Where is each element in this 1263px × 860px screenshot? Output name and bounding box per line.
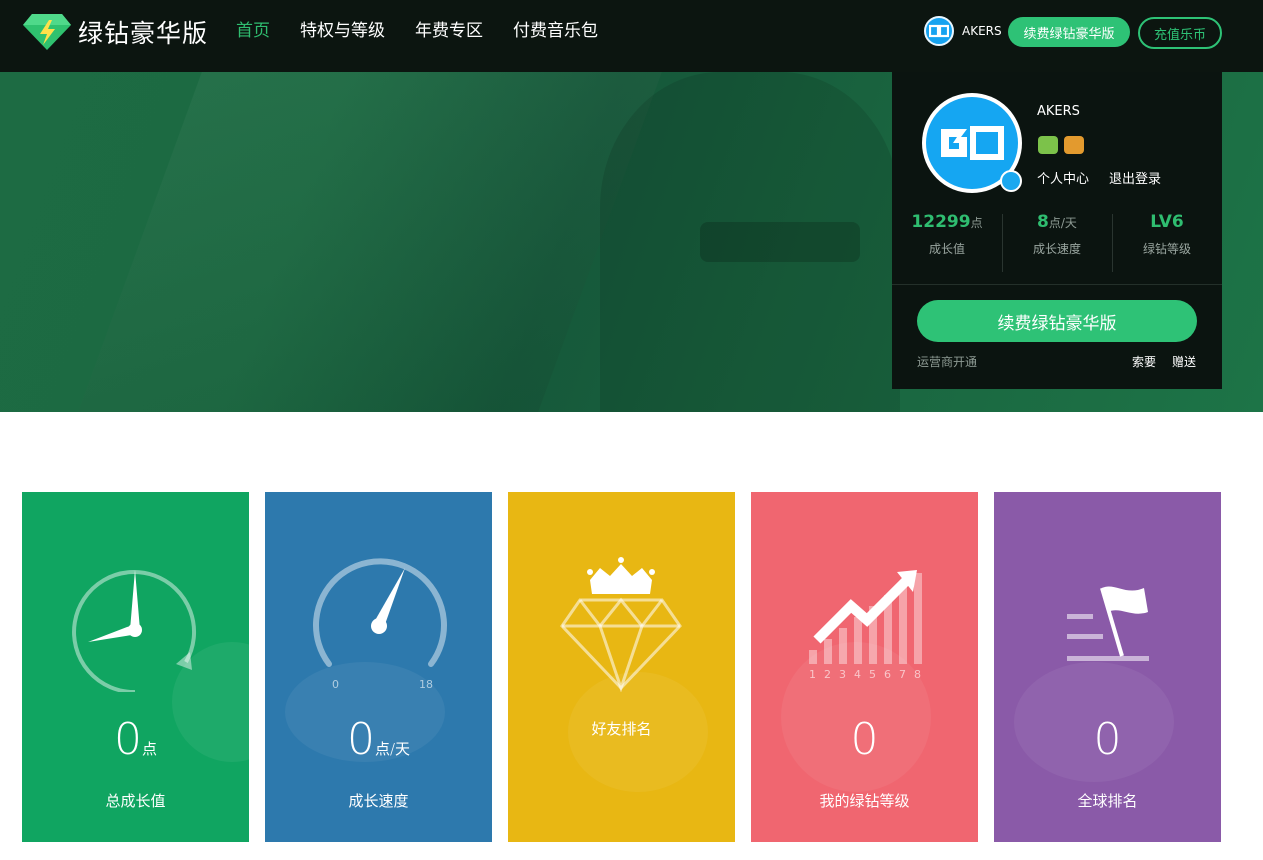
card-value: 0 <box>1093 714 1122 765</box>
card-label: 全球排名 <box>1077 792 1138 810</box>
chart-bar-label: 2 <box>824 668 831 681</box>
user-logo-icon <box>929 24 949 38</box>
divider <box>892 284 1222 285</box>
give-link[interactable]: 赠送 <box>1172 353 1196 370</box>
banner-shape <box>78 72 662 412</box>
user-info-panel: AKERS 个人中心 退出登录 12299点 成长值 8点/天 成长速度 LV6… <box>892 72 1222 389</box>
chart-bar <box>914 573 922 664</box>
recharge-button[interactable]: 充值乐币 <box>1138 17 1222 49</box>
flag-icon <box>1067 586 1149 661</box>
chart-bar <box>854 617 862 664</box>
nav-privileges[interactable]: 特权与等级 <box>300 18 385 44</box>
brand-name: 绿钻豪华版 <box>78 19 209 48</box>
chart-bar-label: 8 <box>914 668 921 681</box>
chart-bar <box>899 584 907 664</box>
chart-bar-label: 1 <box>809 668 816 681</box>
banner-laptop <box>700 222 860 262</box>
header-username: AKERS <box>962 24 1002 38</box>
card-label: 好友排名 <box>591 720 652 738</box>
card-growth-speed[interactable]: 0 18 0点/天 成长速度 <box>265 492 492 842</box>
panel-username: AKERS <box>1037 104 1080 119</box>
user-logo-icon <box>941 126 1004 160</box>
speedometer-icon: 0 18 <box>313 558 447 691</box>
card-friend-ranking[interactable]: 好友排名 <box>508 492 735 842</box>
ask-link[interactable]: 索要 <box>1132 353 1156 370</box>
top-nav-bar: 绿钻豪华版 首页 特权与等级 年费专区 付费音乐包 AKERS 续费绿钻豪华版 … <box>0 0 1263 72</box>
green-diamond-icon <box>23 14 71 50</box>
qq-icon <box>1000 170 1022 192</box>
nav-music-pack[interactable]: 付费音乐包 <box>513 18 598 44</box>
chart-bar <box>809 650 817 664</box>
chart-bar-label: 5 <box>869 668 876 681</box>
renew-button[interactable]: 续费绿钻豪华版 <box>1008 17 1130 47</box>
nav-annual[interactable]: 年费专区 <box>415 18 483 44</box>
main-nav: 首页 特权与等级 年费专区 付费音乐包 <box>236 18 628 44</box>
clock-icon <box>72 570 197 692</box>
chart-bar <box>839 628 847 664</box>
chart-bar-label: 7 <box>899 668 906 681</box>
brand-logo[interactable]: 绿钻豪华版 <box>22 12 208 52</box>
green-diamond-badge-icon[interactable] <box>1038 136 1058 154</box>
avatar[interactable] <box>924 16 954 46</box>
card-total-growth[interactable]: 0点 总成长值 <box>22 492 249 842</box>
chart-bar-label: 3 <box>839 668 846 681</box>
card-label: 总成长值 <box>105 792 166 810</box>
stat-speed: 8点/天 成长速度 <box>1002 212 1112 274</box>
gauge-min: 0 <box>332 678 339 691</box>
card-my-level[interactable]: 12345678 0 我的绿钻等级 <box>751 492 978 842</box>
operator-link[interactable]: 运营商开通 <box>917 353 977 370</box>
gauge-max: 18 <box>419 678 433 691</box>
nav-home[interactable]: 首页 <box>236 18 270 44</box>
user-menu[interactable]: AKERS <box>924 16 1002 46</box>
card-label: 成长速度 <box>348 792 409 810</box>
logout-link[interactable]: 退出登录 <box>1109 168 1161 187</box>
chart-bar <box>824 639 832 664</box>
vip-badge-icon[interactable] <box>1064 136 1084 154</box>
card-global-ranking[interactable]: 0 全球排名 <box>994 492 1221 842</box>
stat-growth: 12299点 成长值 <box>911 212 983 256</box>
chart-bar-label: 6 <box>884 668 891 681</box>
growth-chart-icon: 12345678 <box>809 570 922 681</box>
stats-row: 12299点 成长值 8点/天 成长速度 LV6 绿钻等级 <box>892 212 1222 274</box>
renew-big-button[interactable]: 续费绿钻豪华版 <box>917 300 1197 342</box>
crown-diamond-icon <box>560 557 682 692</box>
personal-center-link[interactable]: 个人中心 <box>1037 168 1089 187</box>
card-value: 0 <box>850 714 879 765</box>
chart-bar-label: 4 <box>854 668 861 681</box>
card-label: 我的绿钻等级 <box>819 792 910 810</box>
stat-level: LV6 绿钻等级 <box>1112 212 1222 274</box>
